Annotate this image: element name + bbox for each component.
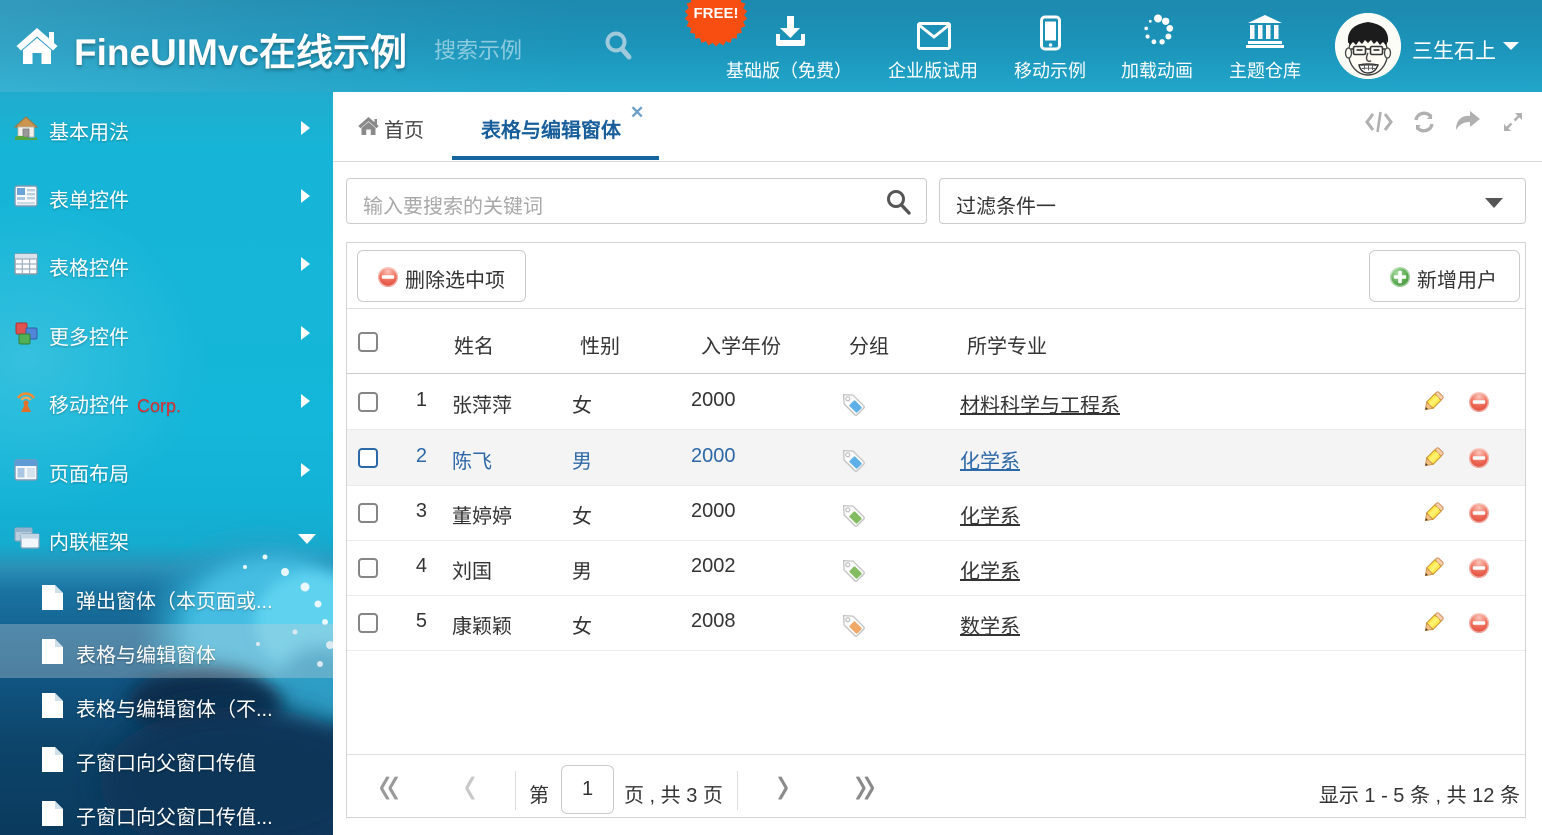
svg-text:FREE!: FREE! bbox=[694, 5, 739, 22]
